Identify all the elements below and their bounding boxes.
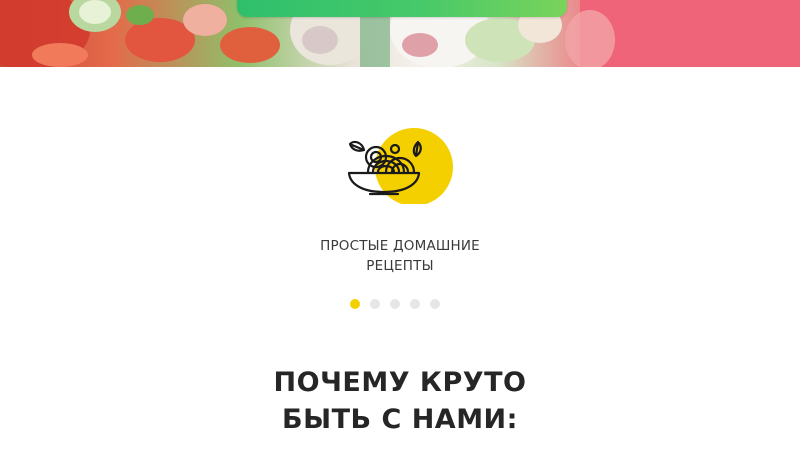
slider-dot-1[interactable] — [350, 299, 360, 309]
slider-dot-4[interactable] — [410, 299, 420, 309]
slider-dot-2[interactable] — [370, 299, 380, 309]
feature-label-line2: РЕЦЕПТЫ — [366, 258, 434, 274]
feature-label: ПРОСТЫЕ ДОМАШНИЕ РЕЦЕПТЫ — [250, 236, 550, 276]
why-section-heading: ПОЧЕМУ КРУТО БЫТЬ С НАМИ: — [200, 364, 600, 438]
slider-dot-5[interactable] — [430, 299, 440, 309]
slider-pagination — [350, 299, 440, 311]
why-heading-line1: ПОЧЕМУ КРУТО — [273, 367, 527, 398]
noodle-bowl-icon — [340, 124, 458, 206]
slider-dot-3[interactable] — [390, 299, 400, 309]
hero-banner-image — [0, 0, 800, 67]
cta-button[interactable] — [237, 0, 567, 17]
feature-label-line1: ПРОСТЫЕ ДОМАШНИЕ — [320, 238, 480, 254]
why-heading-line2: БЫТЬ С НАМИ: — [282, 404, 518, 435]
